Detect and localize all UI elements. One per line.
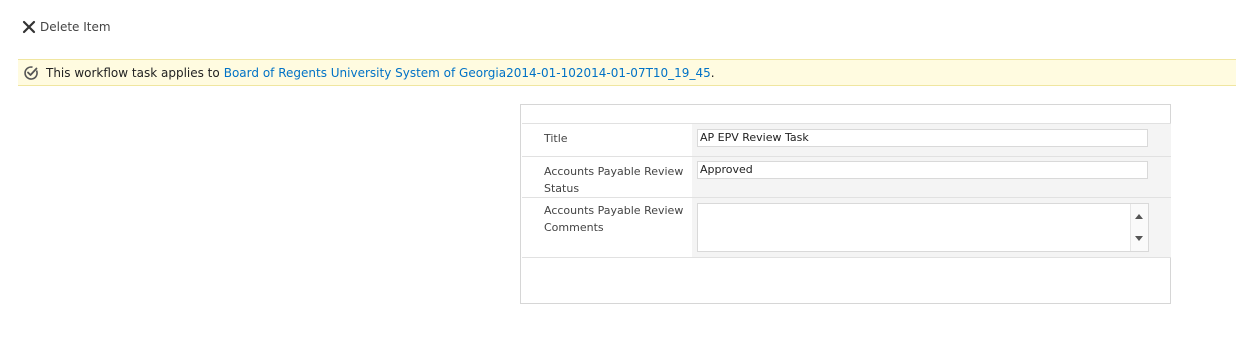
review-comments-field-cell xyxy=(692,198,1171,257)
form-row-status: Accounts Payable Review Status Approved xyxy=(522,156,1171,197)
review-status-input[interactable]: Approved xyxy=(697,161,1148,179)
chevron-down-icon[interactable] xyxy=(1135,236,1143,241)
review-status-field-cell: Approved xyxy=(692,157,1171,197)
delete-item-button[interactable]: Delete Item xyxy=(22,17,111,37)
review-comments-textarea[interactable] xyxy=(697,203,1149,252)
title-field-cell: AP EPV Review Task xyxy=(692,124,1171,156)
title-label: Title xyxy=(522,124,692,156)
close-icon xyxy=(22,20,36,34)
delete-item-label: Delete Item xyxy=(40,20,111,34)
review-status-label: Accounts Payable Review Status xyxy=(522,157,692,197)
form-row-title: Title AP EPV Review Task xyxy=(522,123,1171,156)
workflow-status-banner: This workflow task applies to Board of R… xyxy=(18,59,1236,86)
review-comments-label: Accounts Payable Review Comments xyxy=(522,198,692,257)
banner-text: This workflow task applies to xyxy=(46,65,220,80)
banner-suffix: . xyxy=(710,65,715,80)
title-input[interactable]: AP EPV Review Task xyxy=(697,129,1148,147)
chevron-up-icon[interactable] xyxy=(1135,214,1143,219)
workflow-item-link[interactable]: Board of Regents University System of Ge… xyxy=(224,66,711,80)
task-form: Title AP EPV Review Task Accounts Payabl… xyxy=(520,104,1171,304)
workflow-check-icon xyxy=(23,65,39,81)
form-row-comments: Accounts Payable Review Comments xyxy=(522,197,1171,258)
textarea-scrollbar[interactable] xyxy=(1130,204,1148,251)
